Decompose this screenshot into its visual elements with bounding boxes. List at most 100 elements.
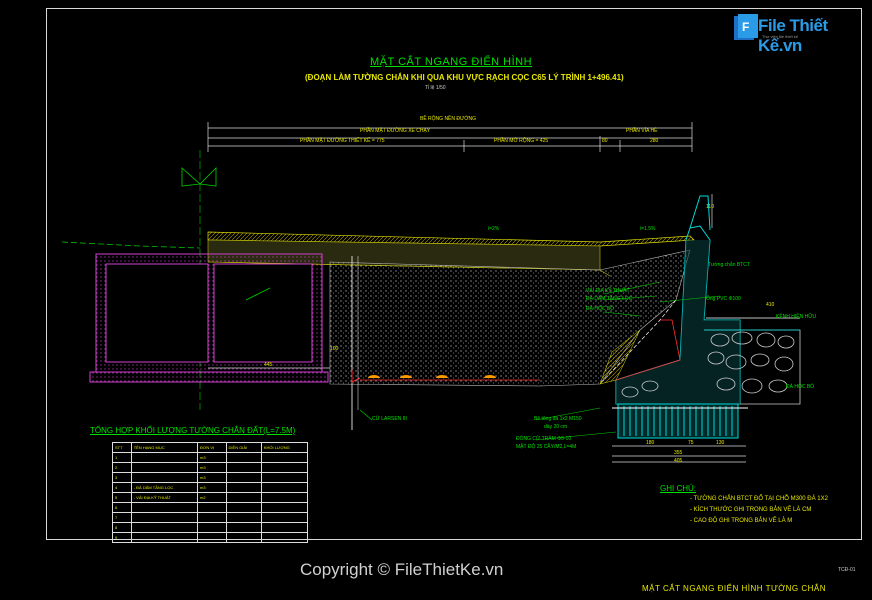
table-cell: m3	[197, 482, 227, 493]
table-row: 1 m3	[112, 452, 309, 463]
label-retaining-wall: Tường chắn BTCT	[708, 262, 750, 268]
table-cell	[225, 452, 262, 463]
table-cell	[130, 512, 199, 523]
table-cell: - ĐÁ DĂM TẦNG LỌC	[130, 482, 199, 493]
table-cell	[130, 462, 199, 473]
table-cell: 2	[112, 462, 132, 473]
table-header: STT	[112, 442, 132, 453]
note-item: - KÍCH THƯỚC GHI TRONG BẢN VẼ LÀ CM	[690, 507, 812, 513]
table-cell	[225, 472, 262, 483]
quantity-table: STT TÊN HẠNG MỤC ĐƠN VỊ DIỄN GIẢI KHỐI L…	[112, 442, 309, 543]
table-row: 7	[112, 512, 309, 523]
table-cell: 4	[112, 482, 132, 493]
table-cell	[225, 532, 262, 543]
table-cell	[130, 522, 199, 533]
dim-pavement: PHẦN VỈA HÈ	[626, 128, 658, 134]
dim-445: 445	[264, 362, 273, 368]
table-cell	[197, 502, 227, 513]
table-cell	[225, 502, 262, 513]
dim-110: 110	[706, 204, 714, 210]
table-cell	[197, 532, 227, 543]
box-culvert	[89, 253, 329, 383]
table-cell	[197, 512, 227, 523]
table-cell	[225, 522, 262, 533]
table-cell: - VẢI ĐỊA KỸ THUẬT	[130, 492, 199, 503]
dim-280: 280	[650, 138, 659, 144]
dim-road-width: BỀ RỘNG NỀN ĐƯỜNG	[420, 116, 477, 122]
note-item: - CAO ĐỘ GHI TRONG BẢN VẼ LÀ M	[690, 518, 793, 524]
table-cell	[260, 492, 309, 503]
dim-widening: PHẦN MỞ RỘNG = 425	[494, 138, 549, 144]
table-cell: m3	[197, 472, 227, 483]
table-cell: 5	[112, 492, 132, 503]
timber-piles	[617, 403, 739, 439]
dim-80: 80	[602, 138, 608, 144]
label-pvc-pipe: Ống PVC Φ100	[706, 296, 741, 302]
existing-ground	[61, 241, 201, 249]
table-header: ĐƠN VỊ	[197, 442, 227, 453]
label-existing-canal: KÊNH HIỆN HỮU	[776, 314, 817, 320]
table-cell	[260, 502, 309, 513]
table-row: 3 m3	[112, 472, 309, 483]
dim-355: 355	[674, 450, 683, 456]
table-header-row: STT TÊN HẠNG MỤC ĐƠN VỊ DIỄN GIẢI KHỐI L…	[112, 442, 309, 453]
table-cell: 7	[112, 512, 132, 523]
road-axis-marker	[181, 167, 217, 187]
table-header: TÊN HẠNG MỤC	[130, 442, 199, 453]
table-cell: m3	[197, 462, 227, 473]
table-cell: 3	[112, 472, 132, 483]
dim-405: 405	[674, 458, 683, 464]
label-concrete: Bê tông đá 1x2 M150	[534, 416, 582, 422]
table-cell	[225, 512, 262, 523]
label-slope-2: i=2%	[488, 226, 500, 232]
table-cell	[260, 462, 309, 473]
table-cell	[260, 522, 309, 533]
label-concrete-thickness: dày 20 cm	[544, 424, 568, 430]
copyright-text: Copyright © FileThietKe.vn	[300, 560, 504, 579]
table-cell: m3	[197, 452, 227, 463]
dim-design-surface: PHẦN MẶT ĐƯỜNG THIẾT KẾ = 775	[300, 138, 385, 144]
note-item: - TƯỜNG CHẮN BTCT ĐỔ TẠI CHỖ M300 ĐÁ 1X2	[690, 496, 828, 502]
table-cell	[130, 472, 199, 483]
table-cell	[225, 462, 262, 473]
notes-title: GHI CHÚ:	[660, 484, 696, 493]
dim-100: 100	[330, 346, 339, 352]
table-cell	[197, 522, 227, 533]
label-rubble: ĐÁ HỘC BỎ	[586, 306, 615, 312]
table-row: 8	[112, 522, 309, 533]
table-cell: 1	[112, 452, 132, 463]
table-cell	[260, 472, 309, 483]
table-cell	[260, 532, 309, 543]
table-cell	[130, 452, 199, 463]
drawing-code: TCĐ-01	[838, 567, 856, 573]
table-cell	[225, 482, 262, 493]
label-larsen-pile: CỪ LARSEN III	[372, 416, 407, 422]
label-pile-density: MẬT ĐỘ 25 CÂY/M2,L=4M	[516, 444, 577, 450]
table-row: 6	[112, 502, 309, 513]
dim-130: 130	[716, 440, 725, 446]
table-cell	[130, 502, 199, 513]
label-stone-fill: ĐÁ HỘC BỎ	[786, 384, 815, 390]
table-cell: 9	[112, 532, 132, 543]
label-geotextile: VẢI ĐỊA KỸ THUẬT	[586, 288, 630, 294]
table-cell	[260, 512, 309, 523]
dim-180: 180	[646, 440, 655, 446]
table-cell: 8	[112, 522, 132, 533]
table-cell	[260, 482, 309, 493]
dim-410: 410	[766, 302, 775, 308]
table-header: DIỄN GIẢI	[225, 442, 262, 453]
table-row: 4- ĐÁ DĂM TẦNG LỌC m3	[112, 482, 309, 493]
dim-75: 75	[688, 440, 694, 446]
table-cell	[225, 492, 262, 503]
table-row: 5- VẢI ĐỊA KỸ THUẬT m2	[112, 492, 309, 503]
quantity-table-title: TỔNG HỢP KHỐI LƯỢNG TƯỜNG CHẮN ĐẤT(L=7.5…	[90, 426, 296, 435]
backfill-soil	[329, 249, 691, 387]
table-cell	[260, 452, 309, 463]
table-header: KHỐI LƯỢNG	[260, 442, 309, 453]
label-slope-1-5: i=1.5%	[640, 226, 656, 232]
label-timber-piles: ĐÓNG CỪ TRÀM Φ8-10	[516, 436, 572, 442]
table-row: 2 m3	[112, 462, 309, 473]
table-row: 9	[112, 532, 309, 543]
table-cell: m2	[197, 492, 227, 503]
label-filter-layer: ĐÁ DĂM TẦNG LỌC	[586, 296, 633, 302]
